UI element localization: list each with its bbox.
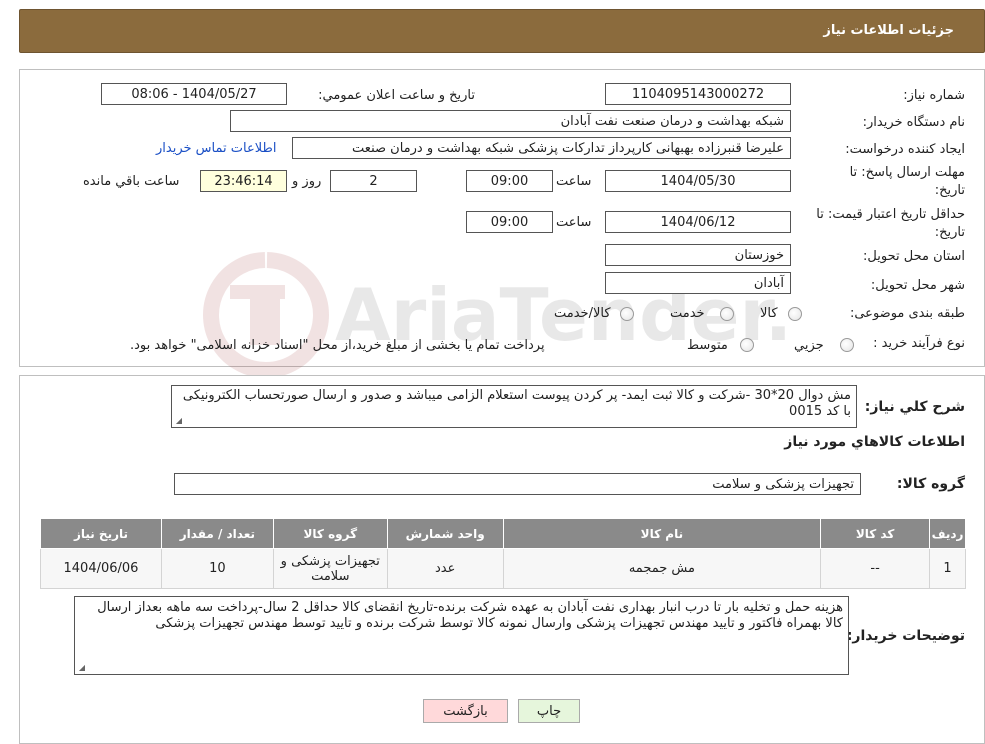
summary-textarea[interactable]: مش دوال 20*30 -شرکت و کالا ثبت ایمد- پر … [171, 385, 857, 428]
cell-unit: عدد [386, 548, 504, 589]
goods-section-title: اطلاعات كالاهاي مورد نياز [784, 434, 965, 450]
creator-label: ایجاد کننده درخواست: [845, 142, 965, 157]
need-number-field: 1104095143000272 [605, 83, 791, 105]
province-field: خوزستان [605, 244, 791, 266]
city-field: آبادان [605, 272, 791, 294]
back-button[interactable]: بازگشت [423, 699, 508, 723]
page-title: جزئیات اطلاعات نیاز [823, 23, 954, 38]
process-payment-note: پرداخت تمام یا بخشی از مبلغ خرید،از محل … [130, 338, 545, 353]
col-group: گروه کالا [272, 518, 388, 549]
category-radio-service[interactable] [720, 307, 734, 321]
goods-table: ردیف کد کالا نام کالا واحد شمارش گروه کا… [40, 518, 966, 589]
col-row: ردیف [929, 518, 966, 549]
category-label: طبقه بندی موضوعی: [849, 306, 965, 321]
process-radio-partial[interactable] [840, 338, 854, 352]
buyer-notes-textarea[interactable]: هزینه حمل و تخلیه بار تا درب انبار بهدار… [74, 596, 849, 675]
resize-grip-icon[interactable]: ◢ [77, 664, 85, 672]
deadline-label: مهلت ارسال پاسخ: تا [849, 165, 965, 180]
category-radio-goods-service[interactable] [620, 307, 634, 321]
buyer-notes-label: توضیحات خریدار: [846, 628, 965, 644]
announce-field: 1404/05/27 - 08:06 [101, 83, 287, 105]
col-code: کد کالا [820, 518, 931, 549]
announce-label: تاریخ و ساعت اعلان عمومي: [318, 88, 475, 103]
goods-group-label: گروه کالا: [896, 476, 965, 492]
deadline-time-label: ساعت [556, 174, 592, 189]
resize-grip-icon[interactable]: ◢ [174, 417, 182, 425]
process-label: نوع فرآیند خرید : [873, 336, 965, 351]
validity-time-label: ساعت [556, 215, 592, 230]
cell-group: تجهیزات پزشکی و سلامت [272, 548, 388, 589]
validity-label-line2: تاریخ: [934, 225, 965, 240]
process-option-partial: جزیي [794, 338, 824, 353]
creator-field: علیرضا قنبرزاده بهبهانی کارپرداز تدارکات… [292, 137, 791, 159]
summary-label: شرح كلي نياز: [864, 399, 965, 415]
category-radio-goods[interactable] [788, 307, 802, 321]
days-remaining-field: 2 [330, 170, 417, 192]
page-header: جزئیات اطلاعات نیاز [19, 9, 985, 53]
buyer-org-label: نام دستگاه خریدار: [862, 115, 965, 130]
buyer-contact-link[interactable]: اطلاعات تماس خریدار [156, 141, 276, 156]
buyer-org-field: شبکه بهداشت و درمان صنعت نفت آبادان [230, 110, 791, 132]
print-button[interactable]: چاپ [518, 699, 580, 723]
category-option-service: خدمت [670, 306, 705, 321]
category-option-goods: کالا [760, 306, 778, 321]
col-date: تاریخ نیاز [40, 518, 162, 549]
process-radio-medium[interactable] [740, 338, 754, 352]
need-number-label: شماره نیاز: [903, 88, 965, 103]
remaining-time-field: 23:46:14 [200, 170, 287, 192]
validity-time-field: 09:00 [466, 211, 553, 233]
col-unit: واحد شمارش [386, 518, 504, 549]
deadline-time-field: 09:00 [466, 170, 553, 192]
summary-text: مش دوال 20*30 -شرکت و کالا ثبت ایمد- پر … [182, 388, 851, 419]
col-qty: تعداد / مقدار [160, 518, 274, 549]
cell-qty: 10 [160, 548, 274, 589]
city-label: شهر محل تحویل: [870, 278, 965, 293]
cell-name: مش جمجمه [502, 548, 822, 589]
buyer-notes-text: هزینه حمل و تخلیه بار تا درب انبار بهدار… [97, 600, 843, 631]
table-row: 1 -- مش جمجمه عدد تجهیزات پزشکی و سلامت … [40, 548, 966, 589]
validity-date-field: 1404/06/12 [605, 211, 791, 233]
province-label: استان محل تحویل: [863, 249, 965, 264]
validity-label: حداقل تاریخ اعتبار قیمت: تا [816, 207, 965, 222]
process-option-medium: متوسط [687, 338, 728, 353]
cell-date: 1404/06/06 [40, 548, 162, 589]
col-name: نام کالا [502, 518, 822, 549]
goods-group-field: تجهیزات پزشکی و سلامت [174, 473, 861, 495]
category-option-goods-service: کالا/خدمت [554, 306, 611, 321]
cell-code: -- [820, 548, 931, 589]
remaining-label: ساعت باقي مانده [83, 174, 180, 189]
cell-row: 1 [929, 548, 966, 589]
deadline-date-field: 1404/05/30 [605, 170, 791, 192]
goods-table-header: ردیف کد کالا نام کالا واحد شمارش گروه کا… [40, 518, 966, 549]
days-label: روز و [292, 174, 322, 189]
deadline-label-line2: تاریخ: [934, 183, 965, 198]
